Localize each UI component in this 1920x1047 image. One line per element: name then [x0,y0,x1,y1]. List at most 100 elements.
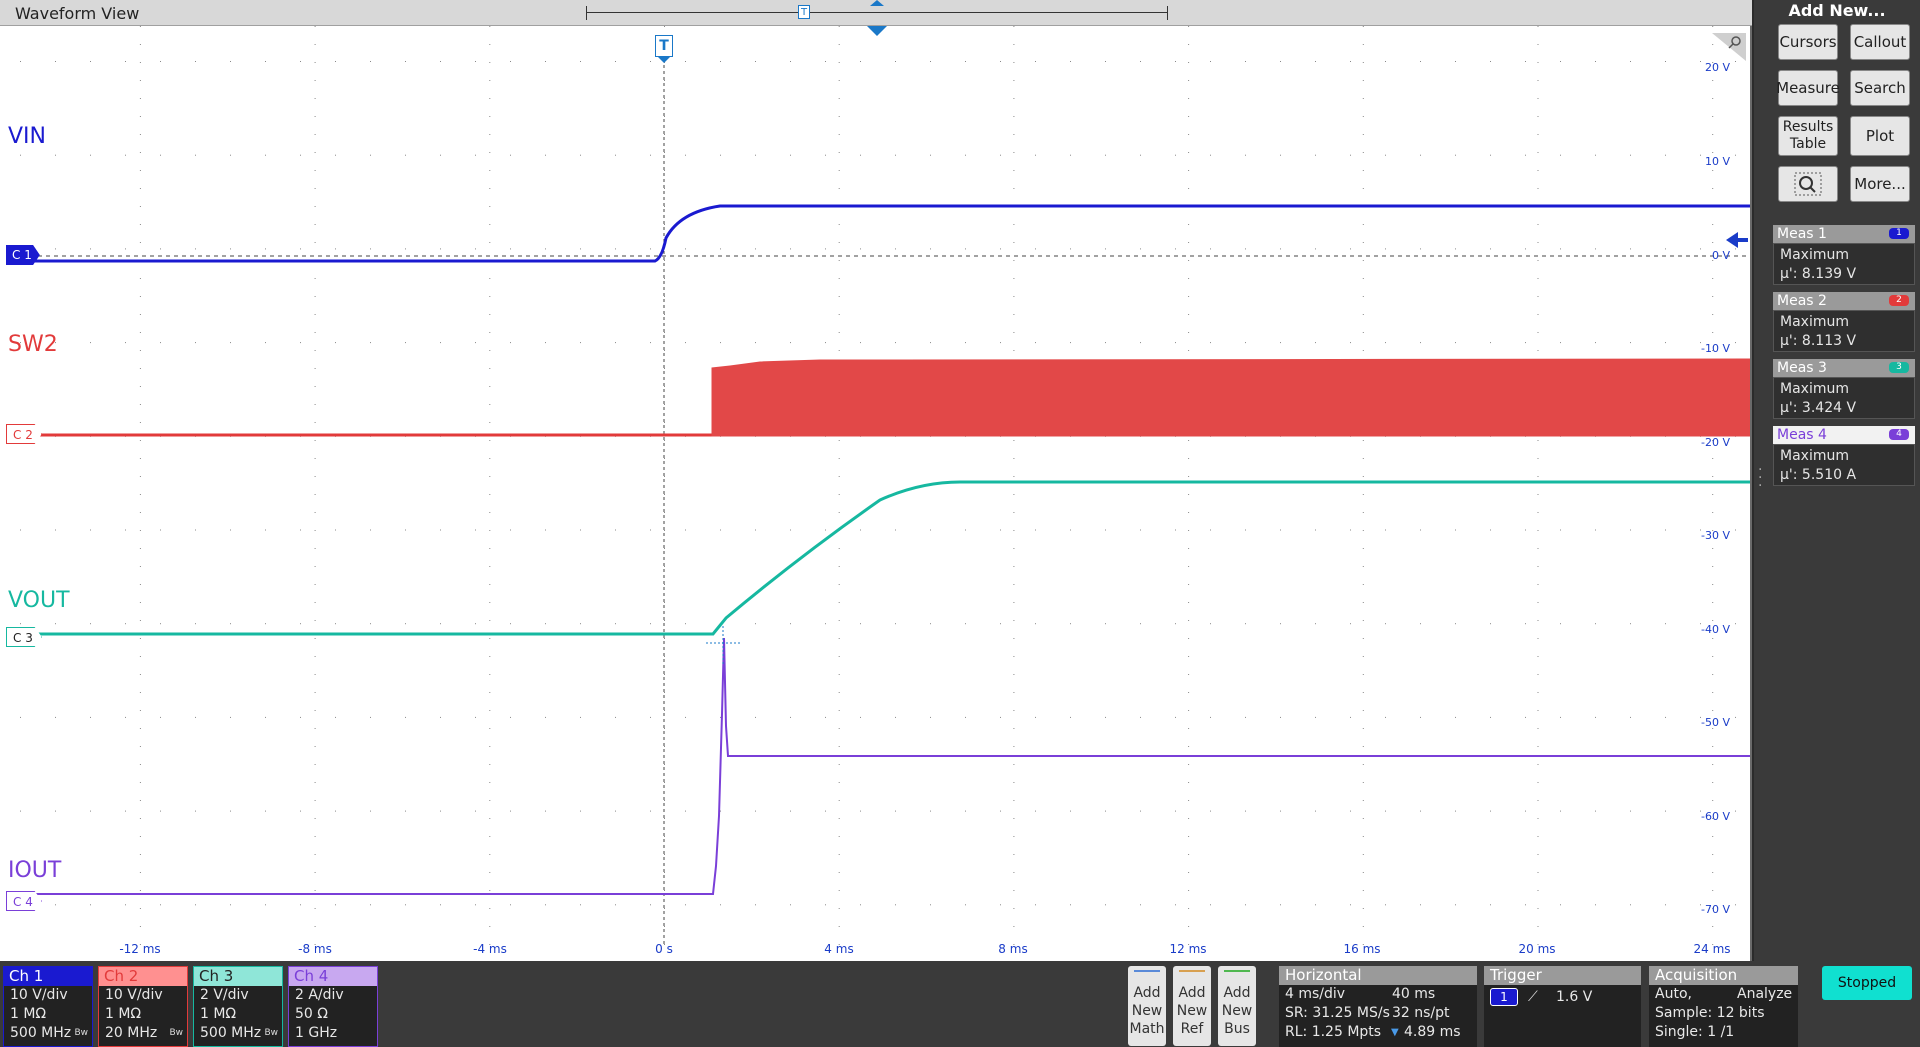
grid-dot [314,854,316,855]
trigger-badge[interactable]: Trigger 1 ⟋ 1.6 V [1484,966,1641,1047]
grid-dot [1630,904,1631,906]
grid-dot [1188,530,1190,531]
grid-dot [664,656,665,657]
channel-4-badge[interactable]: Ch 4 2 A/div 50 Ω 1 GHz [288,966,378,1047]
grid-dot [1362,134,1364,135]
button-label: Add [1223,985,1251,1001]
channel-1-badge[interactable]: Ch 1 10 V/div 1 MΩ 500 MHz Bw [3,966,93,1047]
grid-dot [838,98,840,99]
waveform-view[interactable]: Waveform View T T VIN SW2 VOUT IOUT C 1 … [0,0,1752,961]
grid-dot [1362,476,1364,477]
grid-dot [1362,188,1364,189]
grid-dot [1537,926,1539,927]
add-new-math-button[interactable]: Add New Math [1128,966,1166,1046]
grid-dot [1350,810,1351,812]
grid-dot [1000,623,1001,625]
grid-dot [195,154,196,156]
measurement-header: Meas 1 1 [1773,225,1915,243]
grid-dot [1013,746,1015,747]
grid-dot [1188,458,1190,459]
grid-dot [1595,529,1596,531]
channel-2-marker[interactable]: C 2 [6,424,42,444]
grid-dot [475,154,476,156]
grid-dot [475,810,476,812]
measure-button[interactable]: Measure [1776,70,1840,106]
channel-3-marker[interactable]: C 3 [6,627,42,647]
grid-dot [790,810,791,812]
horizontal-badge[interactable]: Horizontal 4 ms/div 40 ms SR: 31.25 MS/s 3… [1279,966,1477,1047]
grid-dot [314,728,316,729]
grid-dot [510,904,511,906]
measurement-badge-1[interactable]: Meas 1 1 Maximum µ': 8.139 V [1773,225,1915,285]
zoom-search-icon[interactable] [1778,166,1838,202]
grid-dot [139,746,141,747]
grid-dot [1013,440,1015,441]
x-tick-label: -8 ms [298,942,332,956]
cursors-button[interactable]: Cursors [1778,24,1838,60]
plot-button[interactable]: Plot [1850,116,1910,156]
grid-dot [1362,710,1364,711]
grid-dot [664,602,665,603]
button-label: Add [1133,985,1161,1001]
callout-button[interactable]: Callout [1850,24,1910,60]
grid-dot [1140,810,1141,812]
trigger-level-arrow-icon[interactable] [1726,232,1738,248]
grid-dot [838,782,840,783]
trigger-position-marker[interactable]: T [655,35,673,57]
record-overview-bar[interactable] [586,6,1168,20]
grid-dot [1525,529,1526,531]
grid-dot [1630,623,1631,625]
add-new-ref-button[interactable]: Add New Ref [1173,966,1211,1046]
grid-dot [664,350,665,351]
zoom-icon[interactable] [1712,33,1746,61]
grid-dot [1315,342,1316,344]
channel-2-badge[interactable]: Ch 2 10 V/div 1 MΩ 20 MHz Bw [98,966,188,1047]
grid-dot [1385,154,1386,156]
results-table-button[interactable]: Results Table [1778,116,1838,156]
grid-dot [685,529,686,531]
search-button[interactable]: Search [1850,70,1910,106]
channel-scale: 10 V/div [105,987,163,1003]
grid-dot [650,810,651,812]
acquisition-badge[interactable]: Acquisition Auto, Analyze Sample: 12 bits… [1649,966,1798,1047]
grid-dot [1712,134,1714,135]
grid-dot [1537,566,1539,567]
grid-dot [664,872,665,873]
view-position-marker-icon[interactable] [870,0,884,6]
grid-dot [1188,260,1190,261]
grid-dot [265,904,266,906]
channel-4-marker[interactable]: C 4 [6,891,42,911]
add-new-bus-button[interactable]: Add New Bus [1218,966,1256,1046]
measurement-badge-2[interactable]: Meas 2 2 Maximum µ': 8.113 V [1773,292,1915,352]
grid-dot [1537,638,1539,639]
grid-dot [195,342,196,344]
grid-dot [965,248,966,250]
grid-dot [1595,810,1596,812]
grid-dot [1735,154,1736,156]
grid-dot [139,674,141,675]
grid-dot [755,154,756,156]
grid-dot [1175,904,1176,906]
channel-3-badge[interactable]: Ch 3 2 V/div 1 MΩ 500 MHz Bw [193,966,283,1047]
grid-dot [1245,154,1246,156]
measurement-badge-4[interactable]: Meas 4 4 Maximum µ': 5.510 A [1773,426,1915,486]
grid-dot [790,342,791,344]
more-button[interactable]: More... [1850,166,1910,202]
grid-dot [1712,314,1714,315]
grid-dot [1210,623,1211,625]
grid-dot [1105,623,1106,625]
channel-1-marker[interactable]: C 1 [6,245,40,265]
measurement-badge-3[interactable]: Meas 3 3 Maximum µ': 3.424 V [1773,359,1915,419]
grid-dot [475,716,476,718]
measurement-type: Maximum [1780,314,1849,330]
grid-dot [300,154,301,156]
grid-dot [755,904,756,906]
grid-dot [489,728,491,729]
run-stop-button[interactable]: Stopped [1822,966,1912,1000]
grid-dot [139,62,141,63]
grid-dot [1013,494,1015,495]
grid-dot [195,810,196,812]
panel-resize-grip-icon[interactable]: · · · [1758,463,1762,493]
grid-dot [1665,904,1666,906]
y-tick-label: -10 V [1701,342,1730,355]
